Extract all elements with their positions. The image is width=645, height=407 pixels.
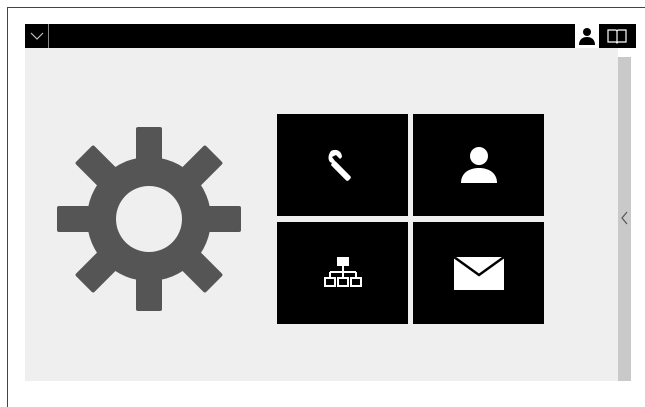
- user-icon: [460, 147, 497, 183]
- network-tile[interactable]: [277, 222, 408, 324]
- chevron-left-icon: [621, 211, 628, 225]
- help-book-button[interactable]: [605, 24, 629, 48]
- menu-button[interactable]: [25, 24, 49, 48]
- user-account-button[interactable]: [575, 24, 599, 48]
- user-icon: [579, 28, 595, 45]
- side-panel-toggle[interactable]: [618, 205, 632, 231]
- user-tile[interactable]: [413, 114, 544, 216]
- wrench-icon: [328, 149, 351, 181]
- chevron-down-icon: [30, 32, 44, 40]
- envelope-icon: [452, 255, 505, 290]
- messages-tile[interactable]: [413, 222, 544, 324]
- top-bar: [25, 24, 636, 48]
- service-tile[interactable]: [277, 114, 408, 216]
- book-icon: [607, 29, 627, 44]
- gear-icon: [57, 127, 241, 311]
- network-icon: [323, 257, 362, 287]
